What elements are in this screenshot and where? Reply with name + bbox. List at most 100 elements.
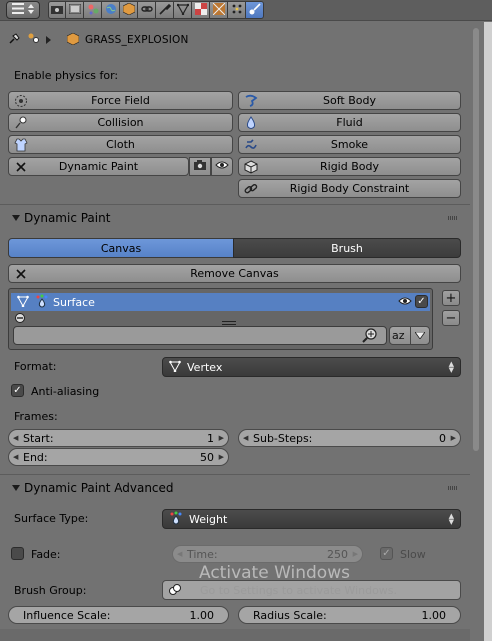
tab-physics[interactable]	[246, 1, 264, 19]
radius-scale-field[interactable]: Radius Scale: 1.00	[238, 606, 461, 624]
list-item[interactable]: Surface ✓	[11, 293, 430, 311]
weight-surface-icon	[35, 294, 49, 311]
fade-checkbox[interactable]	[11, 547, 24, 560]
increment-arrow-icon[interactable]: ▶	[451, 434, 456, 442]
scrollbar[interactable]	[470, 22, 482, 641]
slow-label: Slow	[400, 548, 426, 561]
cloth-button[interactable]: Cloth	[8, 135, 233, 154]
format-dropdown[interactable]: Vertex ▲ ▼	[162, 357, 461, 377]
decrement-arrow-icon[interactable]: ◀	[177, 550, 182, 558]
sort-alpha-button[interactable]: az	[389, 326, 411, 345]
increment-arrow-icon[interactable]: ▶	[219, 453, 224, 461]
tab-object[interactable]	[120, 1, 138, 19]
rigid-body-constraint-button[interactable]: Rigid Body Constraint	[238, 179, 461, 198]
rigid-body-button[interactable]: Rigid Body	[238, 157, 461, 176]
dynamic-paint-render-toggle[interactable]	[189, 157, 211, 176]
modifiers-icon	[158, 3, 171, 18]
render-layers-icon	[68, 3, 81, 17]
add-surface-button[interactable]: +	[442, 290, 460, 306]
substeps-value: 0	[439, 431, 446, 445]
tab-particles[interactable]	[228, 1, 246, 19]
tab-modifiers[interactable]	[156, 1, 174, 19]
plus-icon: +	[445, 290, 457, 306]
drag-grip-icon[interactable]	[448, 486, 458, 490]
chevron-right-icon	[46, 34, 51, 47]
surface-active-checkbox[interactable]: ✓	[415, 295, 428, 308]
decrement-arrow-icon[interactable]: ◀	[13, 434, 18, 442]
format-label: Format:	[14, 360, 57, 373]
drag-grip-icon[interactable]	[448, 216, 458, 220]
slow-checkbox[interactable]: ✓	[380, 547, 393, 560]
dynamic-paint-advanced-panel-header[interactable]: Dynamic Paint Advanced	[0, 477, 470, 499]
chevron-updown-icon: ▲ ▼	[448, 512, 454, 526]
tab-render-layers[interactable]	[66, 1, 84, 19]
object-icon	[66, 32, 80, 48]
remove-surface-button[interactable]: −	[442, 310, 460, 326]
panel-title: Dynamic Paint	[24, 211, 111, 225]
fade-time-field[interactable]: ◀ Time: 250 ▶	[172, 545, 363, 563]
window-edge	[484, 22, 492, 641]
substeps-field[interactable]: ◀ Sub-Steps: 0 ▶	[238, 429, 461, 447]
tab-canvas[interactable]: Canvas	[8, 238, 234, 258]
decrement-arrow-icon[interactable]: ◀	[243, 434, 248, 442]
tab-brush[interactable]: Brush	[233, 238, 461, 258]
sort-az-icon: az	[392, 327, 408, 344]
tab-scene[interactable]	[84, 1, 102, 19]
time-value: 250	[327, 547, 348, 561]
tab-world[interactable]	[102, 1, 120, 19]
properties-header	[0, 0, 492, 21]
tab-data[interactable]	[174, 1, 192, 19]
surface-name: Surface	[53, 295, 95, 309]
editor-type-button[interactable]	[6, 1, 40, 19]
dynamic-paint-label: Dynamic Paint	[58, 160, 139, 173]
soft-body-button[interactable]: Soft Body	[238, 91, 461, 110]
filter-input[interactable]	[13, 326, 387, 345]
sort-reverse-button[interactable]	[410, 326, 430, 345]
increment-arrow-icon[interactable]: ▶	[219, 434, 224, 442]
chevron-down-icon	[414, 329, 426, 342]
force-field-button[interactable]: Force Field	[8, 91, 233, 110]
smoke-button[interactable]: Smoke	[238, 135, 461, 154]
object-name: GRASS_EXPLOSION	[85, 34, 189, 46]
fade-label: Fade:	[31, 548, 61, 561]
collision-button[interactable]: Collision	[8, 113, 233, 132]
physics-icon	[249, 2, 261, 18]
texture-icon	[212, 2, 225, 18]
object-icon	[122, 2, 135, 18]
cloth-icon	[13, 137, 28, 152]
dynamic-paint-panel-header[interactable]: Dynamic Paint	[0, 207, 470, 229]
influence-label: Influence Scale:	[23, 608, 111, 622]
dynamic-paint-view-toggle[interactable]	[211, 157, 233, 176]
tab-constraints[interactable]	[138, 1, 156, 19]
collapse-filter-icon[interactable]	[15, 313, 25, 326]
material-icon	[194, 2, 207, 18]
antialiasing-checkbox[interactable]: ✓	[11, 384, 24, 397]
tab-texture[interactable]	[210, 1, 228, 19]
remove-x-icon	[13, 159, 28, 174]
rigid-body-label: Rigid Body	[320, 160, 379, 173]
rigid-body-icon	[243, 159, 258, 174]
rigid-body-constraint-icon	[243, 181, 258, 196]
force-field-label: Force Field	[91, 94, 150, 107]
search-icon[interactable]	[361, 327, 378, 347]
pin-icon[interactable]	[8, 32, 21, 48]
particles-icon	[231, 3, 243, 18]
end-frame-field[interactable]: ◀ End: 50 ▶	[8, 448, 229, 466]
scene-data-icon	[27, 32, 40, 48]
tab-render[interactable]	[48, 1, 66, 19]
fluid-button[interactable]: Fluid	[238, 113, 461, 132]
minus-icon: −	[445, 310, 457, 326]
surface-type-dropdown[interactable]: Weight ▲ ▼	[162, 509, 461, 529]
remove-x-icon	[13, 266, 28, 281]
remove-canvas-button[interactable]: Remove Canvas	[8, 264, 461, 283]
eye-icon[interactable]	[398, 296, 412, 309]
tab-material[interactable]	[192, 1, 210, 19]
increment-arrow-icon[interactable]: ▶	[353, 550, 358, 558]
scrollbar-thumb[interactable]	[473, 28, 479, 451]
dynamic-paint-button[interactable]: Dynamic Paint	[8, 157, 189, 176]
influence-scale-field[interactable]: Influence Scale: 1.00	[8, 606, 229, 624]
start-frame-field[interactable]: ◀ Start: 1 ▶	[8, 429, 229, 447]
time-label: Time:	[187, 547, 218, 561]
decrement-arrow-icon[interactable]: ◀	[13, 453, 18, 461]
rigid-body-constraint-label: Rigid Body Constraint	[289, 182, 410, 195]
